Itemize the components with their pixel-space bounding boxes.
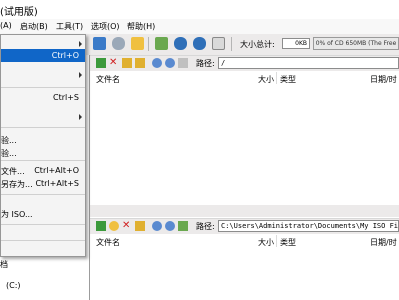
view-icon[interactable] <box>178 58 188 68</box>
rename-icon[interactable] <box>135 58 145 68</box>
shortcut-label: Ctrl+Alt+S <box>35 179 79 188</box>
column-size[interactable]: 大小 <box>258 74 274 85</box>
add-icon[interactable] <box>152 58 162 68</box>
toolbar-separator <box>148 37 149 51</box>
new-folder-icon[interactable] <box>135 221 145 231</box>
shortcut-label: Ctrl+S <box>52 93 79 102</box>
title-bar: (试用版) <box>0 0 399 19</box>
file-menu-dropdown: Ctrl+O Ctrl+S 验... 验... 文件... Ctrl+Alt+O… <box>0 34 86 257</box>
menu-item-recent[interactable] <box>1 68 85 81</box>
menu-item-save-as[interactable] <box>1 110 85 123</box>
add-to-project-icon[interactable] <box>109 221 119 231</box>
column-filename[interactable]: 文件名 <box>96 74 120 85</box>
menu-boot[interactable]: 启动(B) <box>20 21 48 32</box>
menu-tools[interactable]: 工具(T) <box>56 21 83 32</box>
shortcut-label: Ctrl+O <box>51 51 79 60</box>
menu-help[interactable]: 帮助(H) <box>127 21 155 32</box>
tree-item-drive-c[interactable]: (C:) <box>6 281 21 290</box>
window-title: (试用版) <box>0 7 38 18</box>
menu-separator <box>1 224 85 225</box>
menu-item-open[interactable]: Ctrl+O <box>1 49 85 62</box>
pane-splitter[interactable] <box>90 205 399 217</box>
settings-icon[interactable] <box>165 58 175 68</box>
column-date[interactable]: 日期/时 <box>370 74 397 85</box>
delete-icon[interactable]: ✕ <box>122 221 132 231</box>
settings-icon[interactable] <box>165 221 175 231</box>
menu-item-open-file[interactable]: 文件... Ctrl+Alt+O <box>1 164 85 177</box>
menu-separator <box>1 160 85 161</box>
submenu-arrow-icon <box>79 41 82 47</box>
column-date[interactable]: 日期/时 <box>370 237 397 248</box>
menu-item-verify-1[interactable]: 验... <box>1 133 85 146</box>
burn-icon[interactable] <box>93 37 106 50</box>
refresh-icon[interactable] <box>152 221 162 231</box>
wizard-icon[interactable] <box>131 37 144 50</box>
column-type[interactable]: 类型 <box>280 237 296 248</box>
disc-icon[interactable] <box>112 37 125 50</box>
capacity-progress-bar[interactable]: 0% of CD 650MB (The Free <box>313 37 399 50</box>
submenu-arrow-icon <box>79 114 82 120</box>
toolbar-separator <box>231 37 232 51</box>
path-field[interactable]: / <box>218 57 399 69</box>
exit-icon[interactable] <box>212 37 225 50</box>
shortcut-label: Ctrl+Alt+O <box>34 166 79 175</box>
properties-icon[interactable] <box>155 37 168 50</box>
new-folder-icon[interactable] <box>122 58 132 68</box>
menu-separator <box>1 127 85 128</box>
menu-bar: (A) 启动(B) 工具(T) 选项(O) 帮助(H) <box>0 19 399 35</box>
column-type[interactable]: 类型 <box>280 74 296 85</box>
column-size[interactable]: 大小 <box>258 237 274 248</box>
menu-separator <box>1 87 85 88</box>
total-size-label: 大小总计: <box>240 40 275 49</box>
top-pane-toolbar: ✕ 路径: / <box>90 55 399 72</box>
menu-action[interactable]: (A) <box>0 21 12 30</box>
top-pane-column-header: 文件名 大小 类型 日期/时 <box>90 71 399 85</box>
menu-separator <box>1 194 85 195</box>
bottom-pane-column-header: 文件名 大小 类型 日期/时 <box>90 234 399 248</box>
path-label: 路径: <box>196 222 215 231</box>
menu-item-verify-2[interactable]: 验... <box>1 146 85 159</box>
path-field[interactable]: C:\Users\Administrator\Documents\My ISO … <box>218 220 399 232</box>
menu-item-save-file-as[interactable]: 另存为... Ctrl+Alt+S <box>1 177 85 190</box>
help-icon[interactable] <box>193 37 206 50</box>
column-divider <box>276 72 277 84</box>
delete-icon[interactable]: ✕ <box>109 58 119 68</box>
column-filename[interactable]: 文件名 <box>96 237 120 248</box>
menu-separator <box>1 240 85 241</box>
submenu-arrow-icon <box>79 72 82 78</box>
total-size-value: 0KB <box>282 38 310 49</box>
view-icon[interactable] <box>178 221 188 231</box>
menu-item-save[interactable]: Ctrl+S <box>1 91 85 104</box>
column-divider <box>276 235 277 247</box>
tree-item-documents[interactable]: 档 <box>0 259 8 270</box>
up-arrow-icon[interactable] <box>96 221 106 231</box>
up-arrow-icon[interactable] <box>96 58 106 68</box>
path-label: 路径: <box>196 59 215 68</box>
menu-options[interactable]: 选项(O) <box>91 21 120 32</box>
menu-item-save-as-iso[interactable]: 为 ISO... <box>1 207 85 220</box>
bottom-pane-toolbar: ✕ 路径: C:\Users\Administrator\Documents\M… <box>90 218 399 235</box>
info-icon[interactable] <box>174 37 187 50</box>
